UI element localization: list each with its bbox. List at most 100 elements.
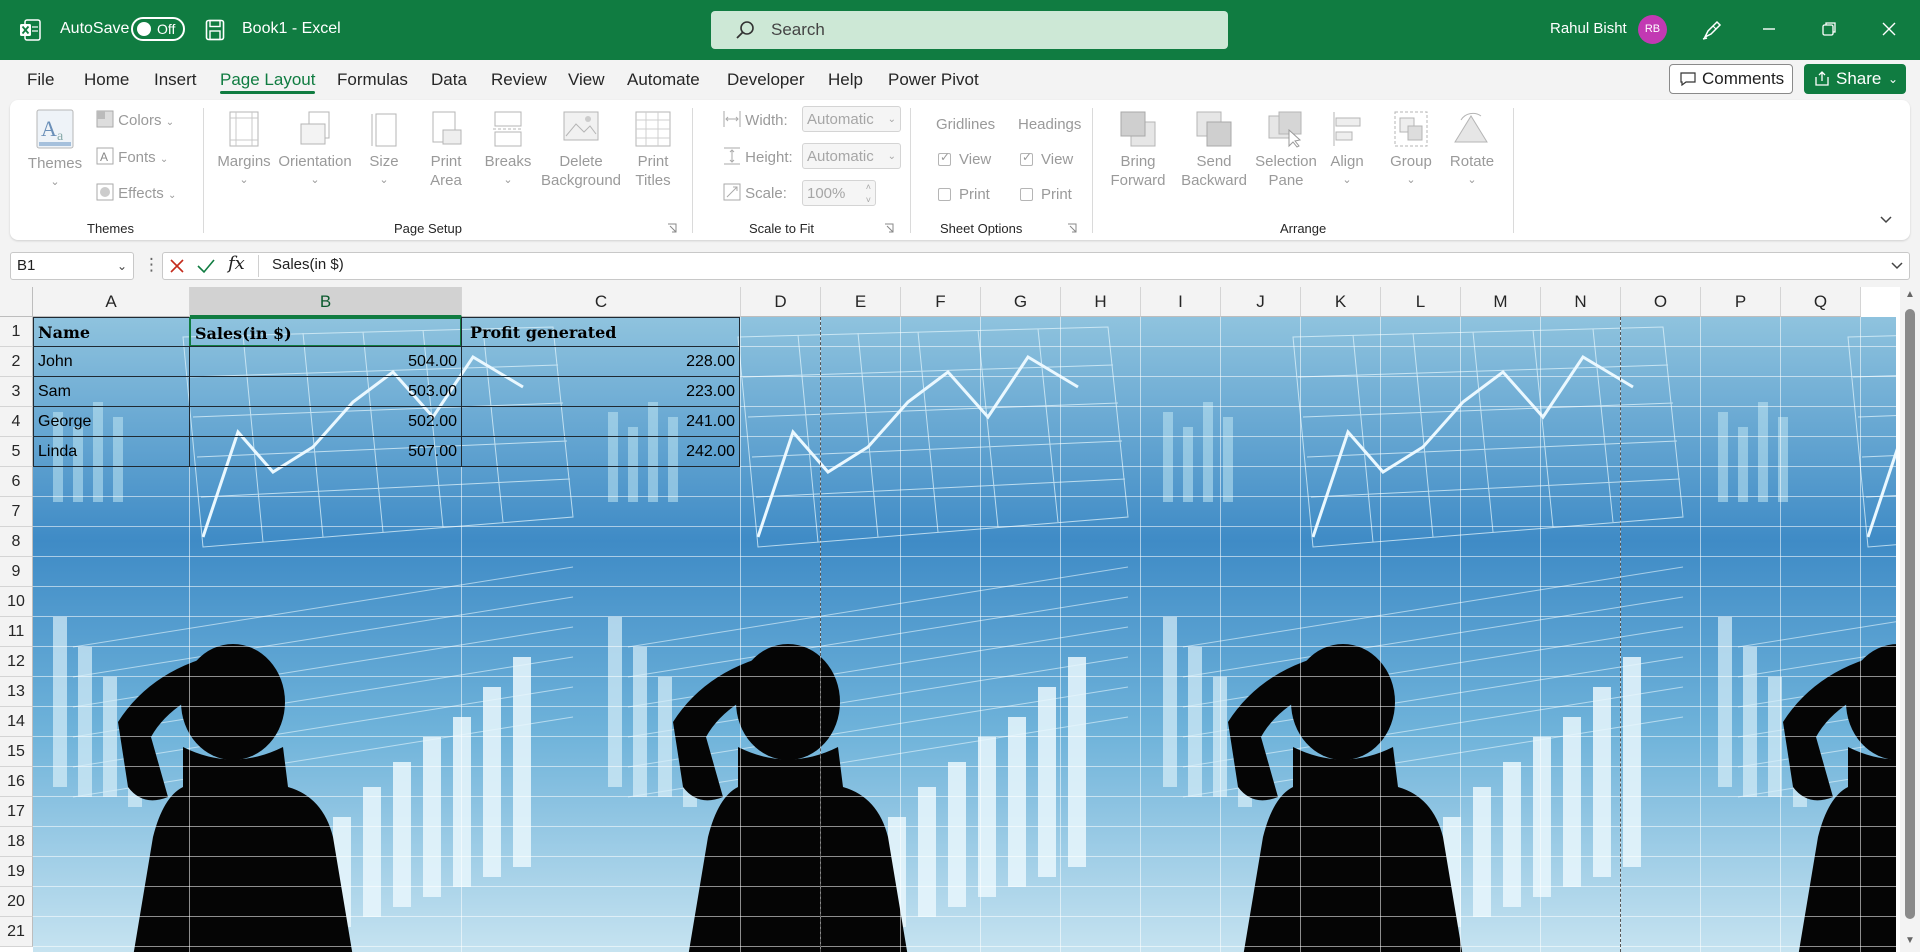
print-area-button[interactable]: Print Area <box>418 110 474 190</box>
row-header-3[interactable]: 3 <box>0 377 33 407</box>
row-header-6[interactable]: 6 <box>0 467 33 497</box>
column-header-g[interactable]: G <box>981 287 1061 317</box>
avatar[interactable]: RB <box>1638 15 1667 44</box>
worksheet[interactable]: ABCDEFGHIJKLMNOPQ 1 2 3 4 5 6 7 8 9 10 11 12 13 14 15 1… <box>0 287 1920 952</box>
row-header-12[interactable]: 12 <box>0 647 33 677</box>
rotate-button[interactable]: Rotate ⌄ <box>1446 110 1498 190</box>
row-header-15[interactable]: 15 <box>0 737 33 767</box>
breaks-button[interactable]: Breaks ⌄ <box>480 110 536 190</box>
row-header-20[interactable]: 20 <box>0 887 33 917</box>
user-name[interactable]: Rahul Bisht <box>1550 20 1627 37</box>
send-backward-button[interactable]: Send Backward <box>1174 110 1254 190</box>
gridlines-view-checkbox[interactable] <box>938 150 951 166</box>
tab-insert[interactable]: Insert <box>154 70 197 90</box>
row-header-21[interactable]: 21 <box>0 917 33 947</box>
row-header-7[interactable]: 7 <box>0 497 33 527</box>
row-header-8[interactable]: 8 <box>0 527 33 557</box>
tab-review[interactable]: Review <box>491 70 547 90</box>
cell-b1[interactable]: Sales(in $) <box>189 317 462 347</box>
row-header-9[interactable]: 9 <box>0 557 33 587</box>
column-header-q[interactable]: Q <box>1781 287 1861 317</box>
cell-a3[interactable]: Sam <box>33 376 190 407</box>
tab-page-layout[interactable]: Page Layout <box>220 70 315 90</box>
row-header-14[interactable]: 14 <box>0 707 33 737</box>
row-header-18[interactable]: 18 <box>0 827 33 857</box>
more-options-icon[interactable]: ⋮ <box>143 255 160 275</box>
column-header-h[interactable]: H <box>1061 287 1141 317</box>
scrollbar-thumb[interactable] <box>1905 309 1915 919</box>
column-header-k[interactable]: K <box>1301 287 1381 317</box>
cell-c5[interactable]: 242.00 <box>461 436 740 467</box>
row-header-10[interactable]: 10 <box>0 587 33 617</box>
search-box[interactable]: Search <box>711 11 1228 49</box>
tab-data[interactable]: Data <box>431 70 467 90</box>
expand-formula-icon[interactable] <box>1890 260 1904 272</box>
chevron-down-icon[interactable]: ⌄ <box>1888 64 1898 94</box>
dialog-launcher-icon[interactable] <box>1067 223 1077 233</box>
column-header-m[interactable]: M <box>1461 287 1541 317</box>
width-select[interactable]: Automatic ⌄ <box>802 106 901 132</box>
group-button[interactable]: Group ⌄ <box>1386 110 1436 190</box>
cell-a2[interactable]: John <box>33 346 190 377</box>
minimize-icon[interactable] <box>1754 14 1784 44</box>
scale-spinner[interactable]: 100% ˄ ˅ <box>802 180 876 206</box>
formula-input-area[interactable] <box>162 252 1910 280</box>
cell-b3[interactable]: 503.00 <box>189 376 462 407</box>
orientation-button[interactable]: Orientation ⌄ <box>276 110 354 190</box>
cell-a1[interactable]: Name <box>33 317 190 347</box>
autosave-toggle[interactable]: Off <box>131 17 185 41</box>
themes-button[interactable]: A a Themes ⌄ <box>26 108 84 192</box>
bring-forward-button[interactable]: Bring Forward <box>1100 110 1176 190</box>
cell-c3[interactable]: 223.00 <box>461 376 740 407</box>
column-header-i[interactable]: I <box>1141 287 1221 317</box>
print-titles-button[interactable]: Print Titles <box>628 110 678 190</box>
cell-a5[interactable]: Linda <box>33 436 190 467</box>
column-header-o[interactable]: O <box>1621 287 1701 317</box>
name-box[interactable]: B1 ⌄ <box>10 252 134 280</box>
cell-b5[interactable]: 507.00 <box>189 436 462 467</box>
headings-print-checkbox[interactable] <box>1020 188 1033 201</box>
cell-a4[interactable]: George <box>33 406 190 437</box>
row-header-4[interactable]: 4 <box>0 407 33 437</box>
row-header-5[interactable]: 5 <box>0 437 33 467</box>
row-header-1[interactable]: 1 <box>0 317 33 347</box>
selection-pane-button[interactable]: Selection Pane <box>1252 110 1320 190</box>
column-header-a[interactable]: A <box>33 287 190 317</box>
row-header-16[interactable]: 16 <box>0 767 33 797</box>
align-button[interactable]: Align ⌄ <box>1324 110 1370 190</box>
cell-c2[interactable]: 228.00 <box>461 346 740 377</box>
tab-developer[interactable]: Developer <box>727 70 805 90</box>
column-header-j[interactable]: J <box>1221 287 1301 317</box>
insert-function-icon[interactable]: fx <box>228 253 245 274</box>
select-all-corner[interactable] <box>0 287 33 317</box>
tab-home[interactable]: Home <box>84 70 129 90</box>
row-header-17[interactable]: 17 <box>0 797 33 827</box>
restore-icon[interactable] <box>1814 14 1844 44</box>
tab-help[interactable]: Help <box>828 70 863 90</box>
vertical-scrollbar[interactable]: ▲ ▼ <box>1900 287 1920 952</box>
colors-button[interactable]: Colors ⌄ <box>96 110 174 129</box>
column-header-l[interactable]: L <box>1381 287 1461 317</box>
cell-b4[interactable]: 502.00 <box>189 406 462 437</box>
scroll-up-icon[interactable]: ▲ <box>1905 289 1915 300</box>
tab-power-pivot[interactable]: Power Pivot <box>888 70 979 90</box>
height-select[interactable]: Automatic ⌄ <box>802 143 901 169</box>
tab-automate[interactable]: Automate <box>627 70 700 90</box>
dialog-launcher-icon[interactable] <box>667 223 677 233</box>
delete-background-button[interactable]: Delete Background <box>538 110 624 190</box>
row-header-11[interactable]: 11 <box>0 617 33 647</box>
scroll-down-icon[interactable]: ▼ <box>1905 935 1915 946</box>
gridlines-print-checkbox[interactable] <box>938 188 951 201</box>
column-header-p[interactable]: P <box>1701 287 1781 317</box>
cell-c1[interactable]: Profit generated <box>461 317 740 347</box>
tab-file[interactable]: File <box>27 70 54 90</box>
tab-formulas[interactable]: Formulas <box>337 70 408 90</box>
effects-button[interactable]: Effects ⌄ <box>96 183 176 202</box>
cancel-icon[interactable] <box>168 257 186 275</box>
chevron-down-icon[interactable]: ⌄ <box>117 253 127 279</box>
row-header-19[interactable]: 19 <box>0 857 33 887</box>
row-header-13[interactable]: 13 <box>0 677 33 707</box>
pen-icon[interactable] <box>1700 18 1724 42</box>
fonts-button[interactable]: A Fonts ⌄ <box>96 147 168 166</box>
formula-content[interactable]: Sales(in $) <box>272 256 344 273</box>
